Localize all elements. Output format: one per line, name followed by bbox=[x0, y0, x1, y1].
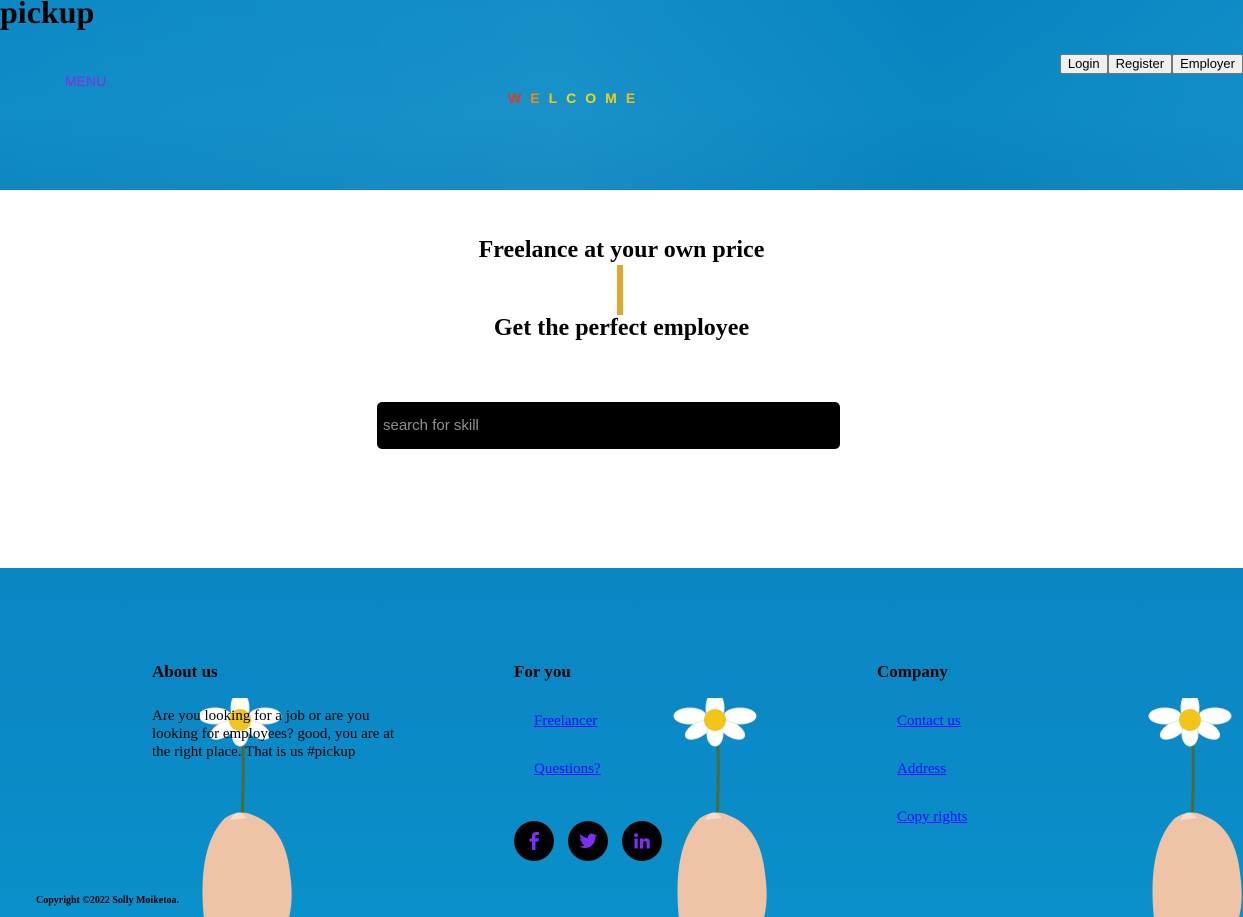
headline-employee: Get the perfect employee bbox=[493, 315, 750, 341]
copyright-text: Copyright ©2022 Solly Moiketoa. bbox=[36, 895, 180, 906]
site-header: pickup MENU WELCOME Login Register Emplo… bbox=[0, 0, 1243, 190]
welcome-letter: W bbox=[508, 90, 531, 106]
welcome-letter: L bbox=[548, 90, 567, 106]
employer-button[interactable]: Employer bbox=[1172, 54, 1243, 74]
welcome-letter: C bbox=[566, 90, 586, 106]
copy-rights-link[interactable]: Copy rights bbox=[897, 809, 967, 825]
footer-link-item: Questions? bbox=[534, 760, 601, 778]
footer-for-you-title: For you bbox=[514, 662, 571, 681]
register-button[interactable]: Register bbox=[1107, 54, 1173, 74]
social-links bbox=[514, 821, 662, 861]
linkedin-icon bbox=[634, 833, 650, 849]
welcome-banner: WELCOME bbox=[508, 90, 644, 106]
address-link[interactable]: Address bbox=[897, 761, 946, 777]
footer-link-item: Freelancer bbox=[534, 712, 597, 730]
flower-hand-image bbox=[673, 698, 767, 917]
footer-company-title: Company bbox=[877, 662, 948, 681]
footer-for-you-column: For you Freelancer Questions? bbox=[514, 662, 601, 777]
site-logo: pickup bbox=[0, 0, 95, 30]
login-button[interactable]: Login bbox=[1059, 54, 1108, 74]
footer-company-column: Company Contact us Address Copy rights bbox=[877, 662, 967, 825]
twitter-icon bbox=[579, 833, 597, 849]
site-footer: About us Are you looking for a job or ar… bbox=[0, 568, 1243, 917]
auth-buttons: Login Register Employer bbox=[1059, 54, 1243, 74]
freelancer-link[interactable]: Freelancer bbox=[534, 713, 597, 729]
welcome-letter: E bbox=[530, 90, 549, 106]
footer-about-column: About us Are you looking for a job or ar… bbox=[152, 662, 407, 761]
headline-divider bbox=[617, 265, 623, 315]
headline-freelance: Freelance at your own price bbox=[478, 237, 765, 263]
menu-link[interactable]: MENU bbox=[65, 73, 106, 89]
linkedin-link[interactable] bbox=[622, 821, 662, 861]
footer-link-item: Address bbox=[897, 760, 946, 778]
footer-about-text: Are you looking for a job or are you loo… bbox=[152, 708, 395, 760]
facebook-icon bbox=[529, 832, 539, 850]
contact-us-link[interactable]: Contact us bbox=[897, 713, 961, 729]
welcome-letter: E bbox=[625, 90, 645, 106]
welcome-letter: O bbox=[585, 90, 606, 106]
skill-search-input[interactable] bbox=[377, 402, 840, 449]
flower-hand-image bbox=[1148, 698, 1242, 917]
footer-link-item: Contact us bbox=[897, 712, 961, 730]
footer-about-title: About us bbox=[152, 662, 218, 681]
questions-link[interactable]: Questions? bbox=[534, 761, 601, 777]
hero-section: Freelance at your own price Get the perf… bbox=[0, 190, 1243, 568]
facebook-link[interactable] bbox=[514, 821, 554, 861]
welcome-letter: M bbox=[605, 90, 626, 106]
footer-link-item: Copy rights bbox=[897, 808, 967, 826]
twitter-link[interactable] bbox=[568, 821, 608, 861]
